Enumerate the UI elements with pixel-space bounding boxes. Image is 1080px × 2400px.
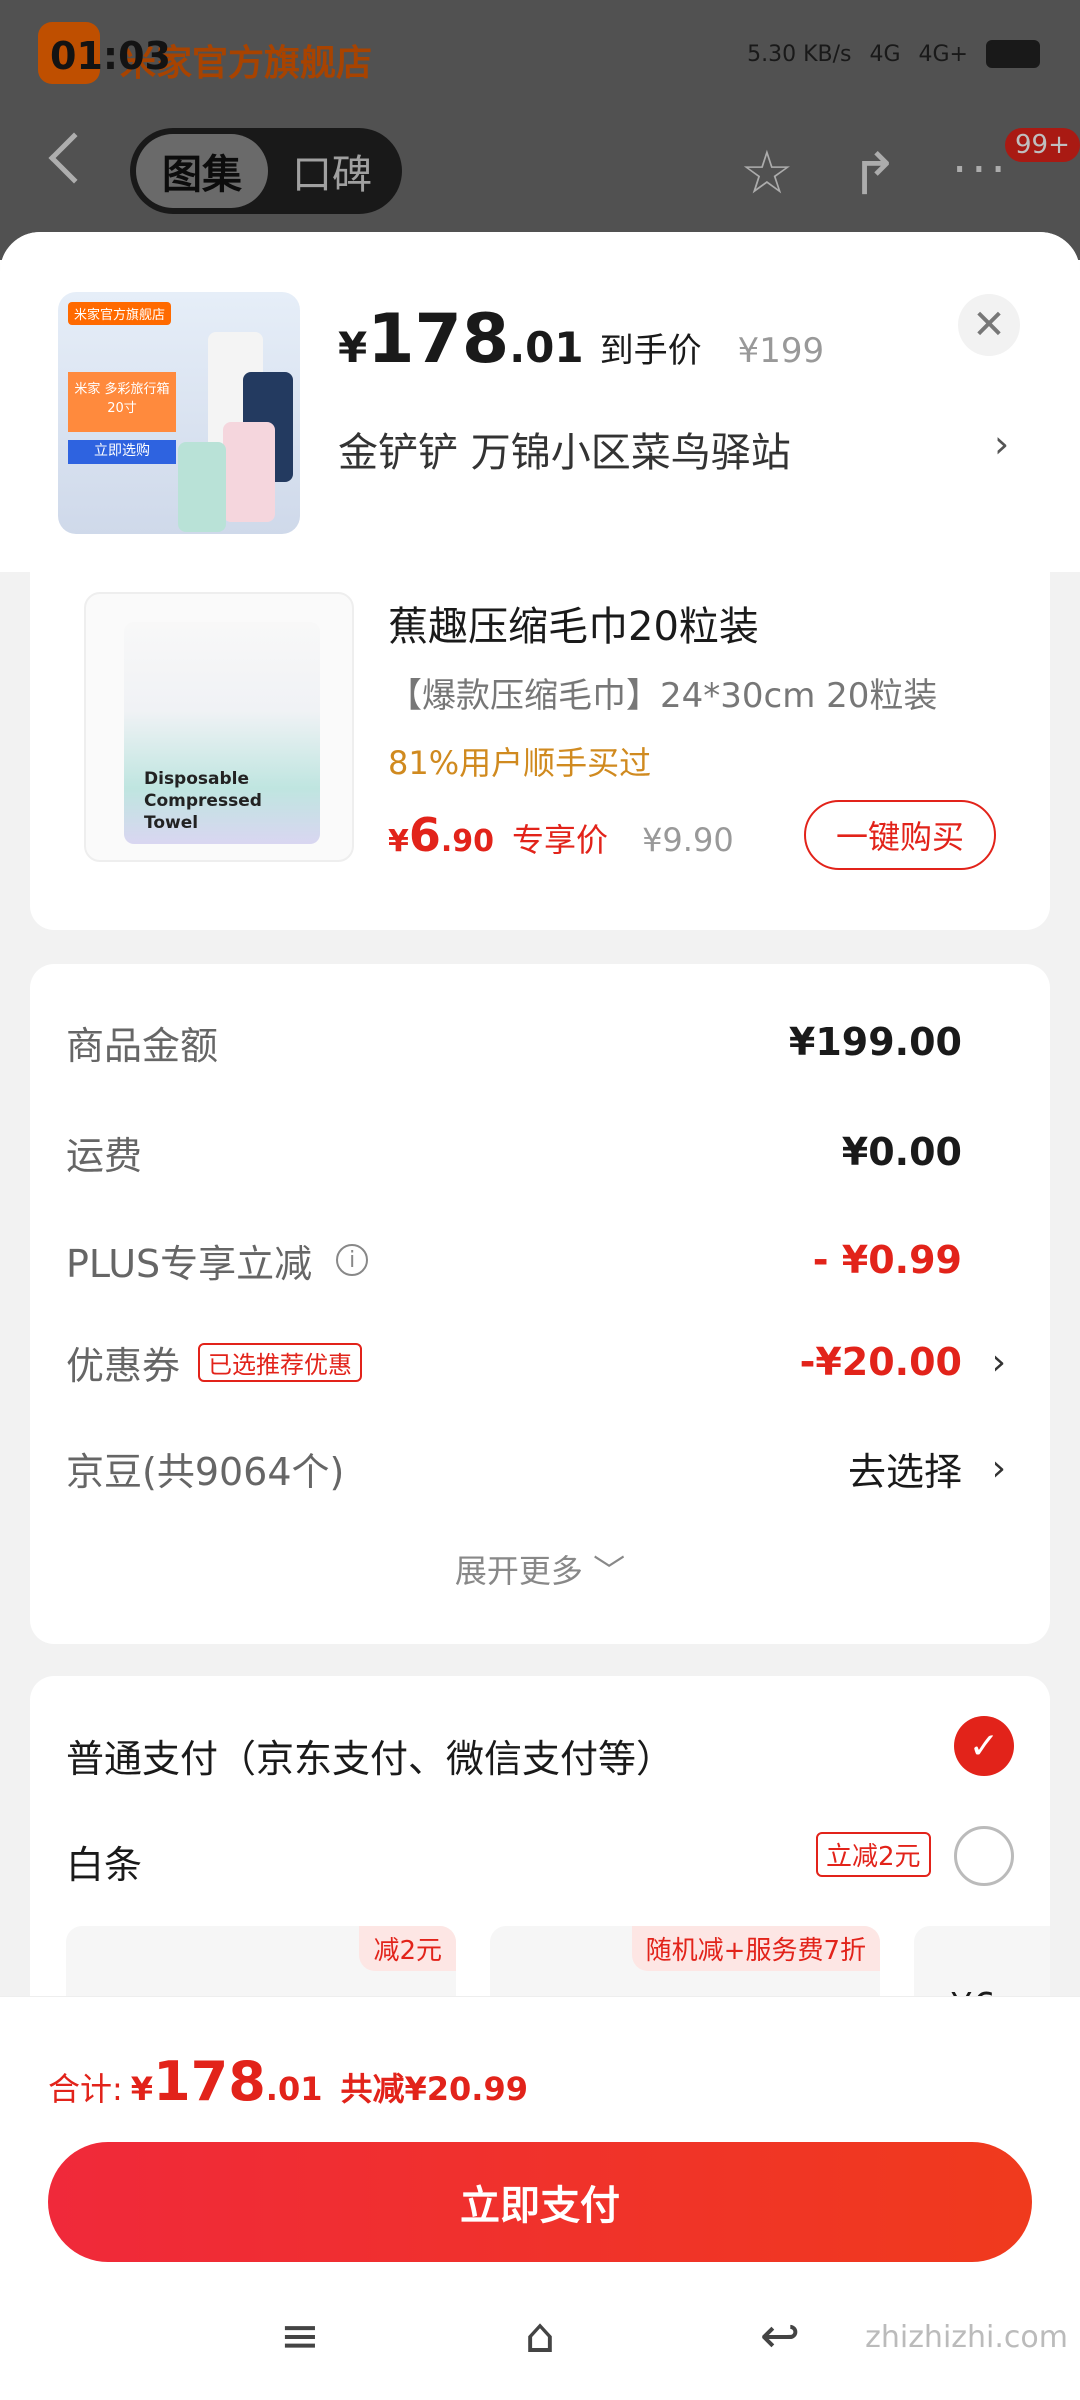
price-currency: ¥ xyxy=(338,323,368,372)
plan-tag: 减2元 xyxy=(359,1926,456,1971)
row-jingdou[interactable]: 京豆(共9064个) 去选择 › xyxy=(66,1438,1046,1498)
row-shipping: 运费 ¥0.00 xyxy=(66,1122,1046,1182)
coupon-label: 优惠券 xyxy=(66,1343,181,1388)
total-discount: 共减¥20.99 xyxy=(340,2070,528,2108)
recommend-card: Disposable Compressed Towel 蕉趣压缩毛巾20粒装 【… xyxy=(30,570,1050,930)
recommend-subtitle: 【爆款压缩毛巾】24*30cm 20粒装 xyxy=(388,676,938,716)
item-amount-label: 商品金额 xyxy=(66,1023,219,1068)
background-header: 米家官方旗舰店 01:03 5.30 KB/s 4G 4G+ 图集 口碑 ☆ ↱… xyxy=(0,0,1080,260)
total-currency: ¥ xyxy=(130,2070,154,2108)
baitiao-radio[interactable] xyxy=(954,1826,1014,1886)
price-integer: 178 xyxy=(367,300,510,379)
total-label: 合计: xyxy=(48,2070,123,2108)
baitiao-tag: 立减2元 xyxy=(816,1832,931,1877)
pouch-text: Disposable Compressed Towel xyxy=(144,769,262,833)
item-amount-value: ¥199.00 xyxy=(788,1020,962,1064)
pay-now-button[interactable]: 立即支付 xyxy=(48,2142,1032,2262)
rec-price-decimal: .90 xyxy=(440,824,495,859)
row-coupon[interactable]: 优惠券 已选推荐优惠 -¥20.00 › xyxy=(66,1332,1046,1392)
product-thumbnail: 米家官方旗舰店 米家 多彩旅行箱20寸 立即选购 xyxy=(58,292,300,534)
menu-icon[interactable]: ≡ xyxy=(270,2306,330,2366)
chevron-right-icon[interactable]: › xyxy=(994,422,1009,466)
chevron-right-icon[interactable]: › xyxy=(992,1342,1006,1383)
watermark: zhizhizhi.com xyxy=(865,2320,1068,2355)
coupon-tag: 已选推荐优惠 xyxy=(198,1342,363,1382)
jingdou-select[interactable]: 去选择 xyxy=(848,1441,962,1496)
close-icon[interactable]: ✕ xyxy=(958,294,1020,356)
recommend-tag: 81%用户顺手买过 xyxy=(388,744,652,782)
price-label: 到手价 xyxy=(599,331,702,371)
modal-overlay[interactable] xyxy=(0,0,1080,260)
recommend-title[interactable]: 蕉趣压缩毛巾20粒装 xyxy=(388,594,759,652)
total-decimal: .01 xyxy=(265,2070,323,2108)
normal-payment-label[interactable]: 普通支付（京东支付、微信支付等） xyxy=(66,1728,674,1783)
expand-more-button[interactable]: 展开更多 ﹀ xyxy=(30,1546,1050,1592)
plus-discount-label-wrap: PLUS专享立减 i xyxy=(66,1233,369,1288)
info-icon[interactable]: i xyxy=(336,1244,369,1276)
thumb-store-tag: 米家官方旗舰店 xyxy=(68,302,172,325)
coupon-value: -¥20.00 xyxy=(799,1340,962,1384)
row-item-amount: 商品金额 ¥199.00 xyxy=(66,1012,1046,1072)
final-price: ¥ 178 .01 到手价 ¥199 xyxy=(338,300,824,379)
row-plus-discount: PLUS专享立减 i - ¥0.99 xyxy=(66,1230,1046,1290)
delivery-address[interactable]: 金铲铲 万锦小区菜鸟驿站 xyxy=(338,420,791,478)
suitcase-green xyxy=(178,442,226,532)
cost-breakdown: 商品金额 ¥199.00 运费 ¥0.00 PLUS专享立减 i - ¥0.99… xyxy=(30,964,1050,1644)
original-price: ¥199 xyxy=(737,331,825,371)
plan-tag: 随机减+服务费7折 xyxy=(631,1926,880,1971)
total-integer: 178 xyxy=(153,2050,266,2113)
shipping-value: ¥0.00 xyxy=(841,1130,962,1174)
plus-discount-label: PLUS专享立减 xyxy=(66,1241,313,1286)
thumb-title: 米家 多彩旅行箱20寸 xyxy=(68,372,176,432)
chevron-right-icon[interactable]: › xyxy=(992,1448,1006,1489)
recommend-product-image[interactable]: Disposable Compressed Towel xyxy=(84,592,354,862)
rec-price-currency: ¥ xyxy=(388,824,409,859)
coupon-label-wrap: 优惠券 已选推荐优惠 xyxy=(66,1335,363,1390)
home-icon[interactable]: ⌂ xyxy=(510,2306,570,2366)
shipping-label: 运费 xyxy=(66,1133,143,1178)
rec-price-label: 专享价 xyxy=(512,821,609,859)
baitiao-label[interactable]: 白条 xyxy=(66,1834,142,1889)
recommend-price: ¥ 6 .90 专享价 ¥9.90 xyxy=(388,808,734,862)
back-nav-icon[interactable]: ↩ xyxy=(750,2306,810,2366)
total-price: 合计: ¥ 178 .01 共减¥20.99 xyxy=(48,2050,528,2113)
price-decimal: .01 xyxy=(509,323,584,372)
jingdou-label: 京豆(共9064个) xyxy=(66,1449,345,1494)
checkmark-icon[interactable]: ✓ xyxy=(954,1716,1014,1776)
plus-discount-value: - ¥0.99 xyxy=(812,1238,962,1282)
towel-pouch: Disposable Compressed Towel xyxy=(124,622,320,844)
product-header: 米家官方旗舰店 米家 多彩旅行箱20寸 立即选购 ¥ 178 .01 到手价 ¥… xyxy=(0,232,1080,572)
thumb-button: 立即选购 xyxy=(68,440,176,464)
rec-original-price: ¥9.90 xyxy=(642,821,734,859)
rec-price-integer: 6 xyxy=(408,808,441,862)
one-click-buy-button[interactable]: 一键购买 xyxy=(804,800,996,870)
suitcase-pink xyxy=(223,422,275,522)
